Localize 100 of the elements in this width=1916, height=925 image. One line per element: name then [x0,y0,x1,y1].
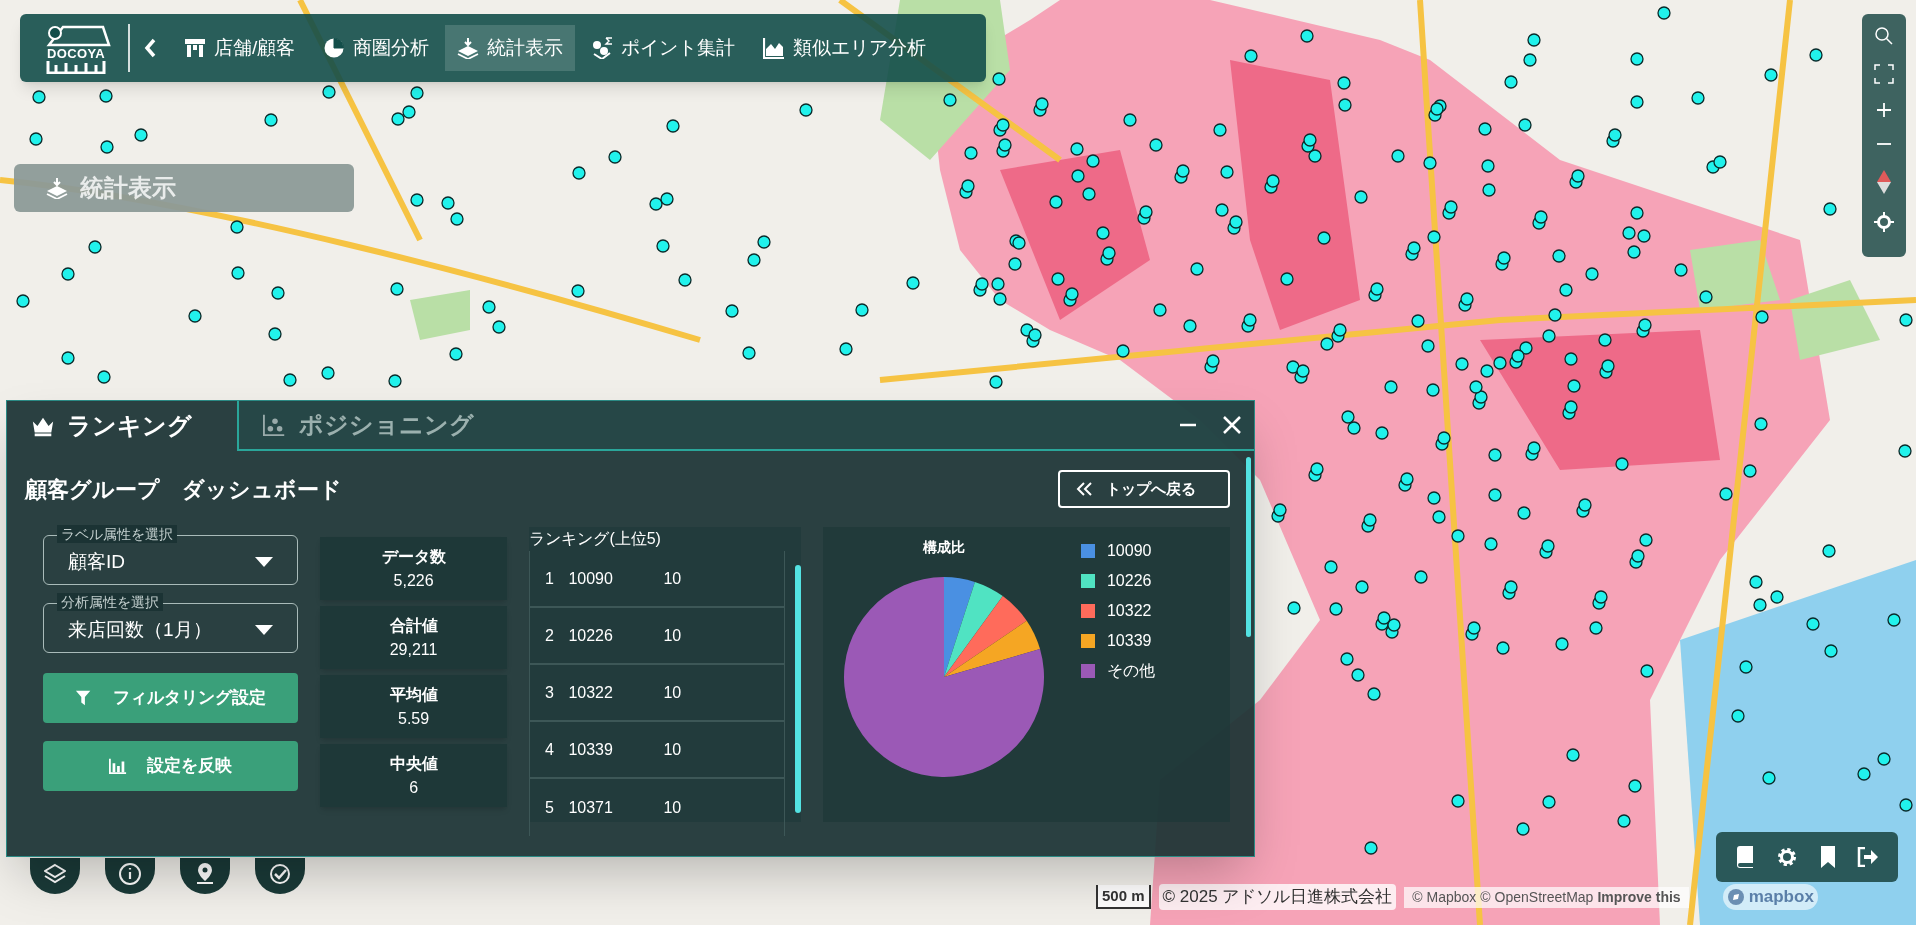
location-marker [264,113,278,127]
location-marker [1559,283,1573,297]
fullscreen-icon[interactable] [1874,64,1894,84]
rank-number: 2 [543,625,555,646]
location-marker [799,103,813,117]
location-marker [410,86,424,100]
location-marker [1753,598,1767,612]
location-marker [134,128,148,142]
location-marker [230,220,244,234]
location-marker [1411,314,1425,328]
location-marker [1496,641,1510,655]
panel-tab[interactable]: ランキング [7,401,237,451]
location-marker [1504,75,1518,89]
zoom-in-icon[interactable] [1876,102,1892,118]
nav-tab[interactable]: 統計表示 [445,25,576,71]
scrollbar-thumb[interactable] [1246,457,1251,637]
location-marker [1488,488,1502,502]
location-marker [1555,637,1569,651]
location-marker [855,303,869,317]
location-marker [1637,229,1651,243]
location-marker [32,90,46,104]
location-marker [1474,390,1488,404]
location-marker [1437,431,1451,445]
location-marker [608,150,622,164]
location-marker [1754,417,1768,431]
location-marker [1823,202,1837,216]
nav-tab[interactable]: 商圏分析 [311,25,442,71]
location-marker [992,72,1006,86]
location-marker [1333,323,1347,337]
location-marker [1822,544,1836,558]
search-icon[interactable] [1874,26,1894,46]
location-marker [1585,267,1599,281]
scatter-points-icon [591,37,614,59]
compass-icon[interactable] [1877,170,1891,194]
location-marker [1347,421,1361,435]
location-marker [943,93,957,107]
location-marker [1116,344,1130,358]
location-marker [839,342,853,356]
location-marker [989,375,1003,389]
location-marker [321,366,335,380]
rank-number: 1 [543,568,555,589]
location-marker [1426,383,1440,397]
location-marker [1523,53,1537,67]
bookmark-icon[interactable] [1819,846,1836,868]
location-marker [1630,95,1644,109]
location-marker [1375,426,1389,440]
panel-tab[interactable]: ポジショニング [237,401,577,451]
nav-tab[interactable]: 類似エリア分析 [751,25,939,71]
location-marker [1519,341,1533,355]
location-marker [678,273,692,287]
location-marker [1355,580,1369,594]
back-to-top-button[interactable]: トップへ戻る [1058,470,1230,508]
ranking-value: 10 [663,739,683,760]
location-marker [402,105,416,119]
locate-icon[interactable] [1874,212,1894,232]
location-marker [449,347,463,361]
location-marker [1639,533,1653,547]
location-marker [88,240,102,254]
close-icon[interactable] [1222,415,1242,435]
location-marker [1478,122,1492,136]
location-marker [571,284,585,298]
logo-text: mapbox [1748,886,1814,909]
select-value: 来店回数（1月） [68,617,212,642]
stat-value: 5,226 [393,570,434,591]
location-marker [1243,313,1257,327]
location-marker [1244,49,1258,63]
location-marker [1755,310,1769,324]
nav-tab[interactable]: 店舗/顧客 [172,25,308,71]
location-marker [1086,154,1100,168]
location-marker [441,196,455,210]
location-marker [1377,611,1391,625]
customer-id: 10371 [568,797,614,818]
improve-map-link[interactable]: Improve this [1597,886,1681,908]
scrollbar-thumb[interactable] [794,565,801,813]
location-marker [1139,205,1153,219]
nav-tab[interactable]: ポイント集計 [579,25,748,71]
location-marker [1622,226,1636,240]
storefront-icon [184,37,206,59]
location-marker [1469,380,1483,394]
ranking-value: 10 [663,682,683,703]
bar-chart-icon [108,757,127,775]
location-marker [1488,448,1502,462]
attribution-link[interactable]: © OpenStreetMap [1480,886,1594,908]
location-marker [1527,441,1541,455]
settings-icon[interactable] [1776,846,1799,868]
location-marker [1887,613,1901,627]
location-marker [1552,249,1566,263]
location-marker [1527,33,1541,47]
location-marker [993,292,1007,306]
attribution-link[interactable]: © Mapbox [1412,886,1477,908]
location-marker [16,294,30,308]
location-marker [660,192,674,206]
location-marker [1628,779,1642,793]
book-icon[interactable] [1734,846,1755,868]
location-marker [906,276,920,290]
field-label: ラベル属性を選択 [57,525,177,543]
logout-icon[interactable] [1857,847,1880,867]
location-marker [1300,29,1314,43]
location-marker [1296,364,1310,378]
location-marker [1548,308,1562,322]
